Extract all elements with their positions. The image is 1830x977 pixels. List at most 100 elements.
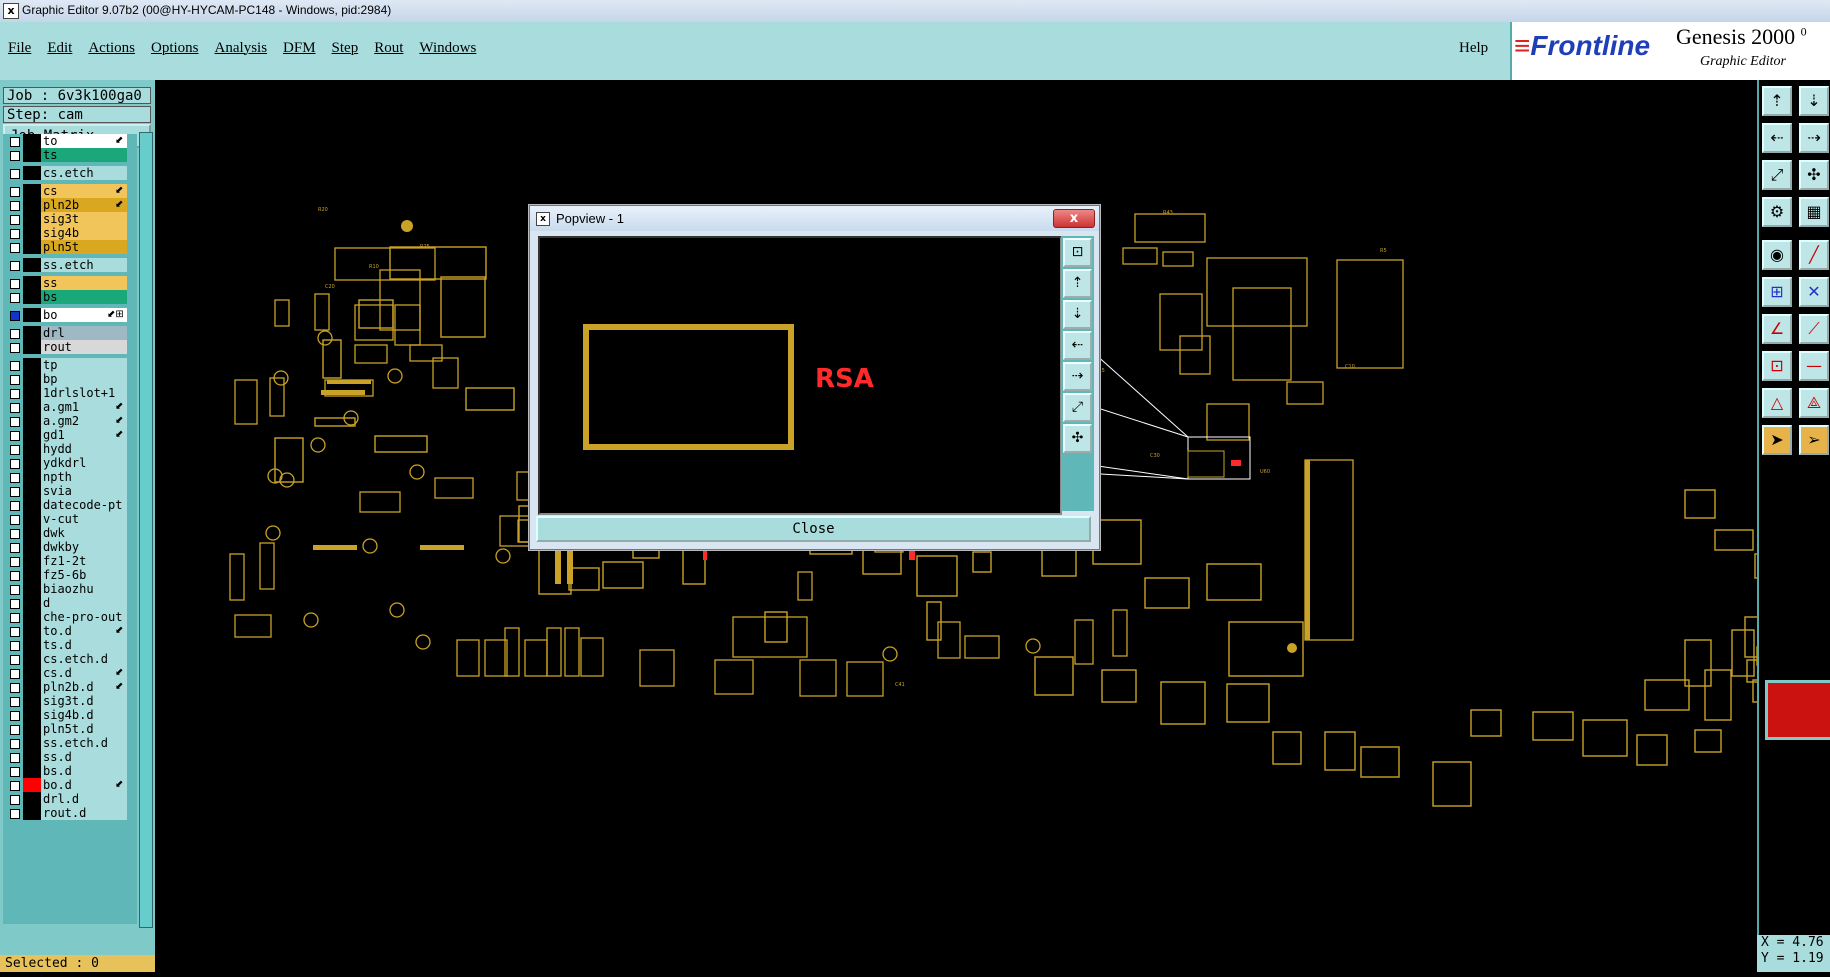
- layer-checkbox[interactable]: [10, 725, 20, 735]
- layer-checkbox[interactable]: [10, 473, 20, 483]
- layer-name[interactable]: ts: [41, 148, 127, 162]
- layer-color-swatch[interactable]: [23, 258, 41, 272]
- layer-row[interactable]: pln5t.d: [3, 722, 137, 736]
- layer-checkbox[interactable]: [10, 431, 20, 441]
- layer-row[interactable]: bo ⬋⊞: [3, 308, 137, 322]
- layer-name[interactable]: d: [41, 596, 127, 610]
- menu-analysis[interactable]: Analysis: [215, 40, 268, 64]
- line-draw-icon[interactable]: ╱: [1799, 240, 1829, 270]
- triangle-alt-icon[interactable]: ⟁: [1799, 388, 1829, 418]
- layer-row[interactable]: ts.d: [3, 638, 137, 652]
- layer-color-swatch[interactable]: [23, 470, 41, 484]
- layer-row[interactable]: ss.etch.d: [3, 736, 137, 750]
- layer-row[interactable]: ydkdrl: [3, 456, 137, 470]
- layer-color-swatch[interactable]: [23, 750, 41, 764]
- layer-row[interactable]: dwk: [3, 526, 137, 540]
- layer-row[interactable]: sig3t.d: [3, 694, 137, 708]
- layer-name[interactable]: drl.d: [41, 792, 127, 806]
- layer-color-swatch[interactable]: [23, 638, 41, 652]
- select-pointer-icon[interactable]: ➤: [1762, 425, 1792, 455]
- menu-file[interactable]: File: [8, 40, 31, 64]
- menu-dfm[interactable]: DFM: [283, 40, 316, 64]
- layer-color-swatch[interactable]: [23, 554, 41, 568]
- layer-checkbox[interactable]: [10, 669, 20, 679]
- layer-name[interactable]: pln5t: [41, 240, 127, 254]
- layer-checkbox[interactable]: [10, 655, 20, 665]
- layer-checkbox[interactable]: [10, 243, 20, 253]
- layer-checkbox[interactable]: [10, 445, 20, 455]
- layer-row[interactable]: bo.d ⬋: [3, 778, 137, 792]
- layer-checkbox[interactable]: [10, 403, 20, 413]
- layer-color-swatch[interactable]: [23, 134, 41, 148]
- layer-checkbox[interactable]: [10, 515, 20, 525]
- layer-checkbox[interactable]: [10, 501, 20, 511]
- layer-name[interactable]: tp: [41, 358, 127, 372]
- layer-color-swatch[interactable]: [23, 428, 41, 442]
- layer-checkbox[interactable]: [10, 361, 20, 371]
- layer-name[interactable]: pln5t.d: [41, 722, 127, 736]
- layer-row[interactable]: sig4b.d: [3, 708, 137, 722]
- pan-left-icon[interactable]: ⇠: [1063, 331, 1092, 360]
- layer-checkbox[interactable]: [10, 417, 20, 427]
- layer-color-swatch[interactable]: [23, 442, 41, 456]
- layer-row[interactable]: svia: [3, 484, 137, 498]
- layer-checkbox[interactable]: [10, 739, 20, 749]
- layer-color-swatch[interactable]: [23, 666, 41, 680]
- layer-row[interactable]: sig4b: [3, 226, 137, 240]
- layer-color-swatch[interactable]: [23, 792, 41, 806]
- layer-name[interactable]: ss.d: [41, 750, 127, 764]
- layer-checkbox[interactable]: [10, 781, 20, 791]
- layer-name[interactable]: dwk: [41, 526, 127, 540]
- layer-color-swatch[interactable]: [23, 484, 41, 498]
- layer-row[interactable]: ss: [3, 276, 137, 290]
- slash-icon[interactable]: ⟋: [1799, 314, 1829, 344]
- layer-row[interactable]: rout: [3, 340, 137, 354]
- layer-color-swatch[interactable]: [23, 226, 41, 240]
- layer-row[interactable]: cs.etch: [3, 166, 137, 180]
- layer-checkbox[interactable]: [10, 809, 20, 819]
- triangle-icon[interactable]: △: [1762, 388, 1792, 418]
- layer-checkbox[interactable]: [10, 529, 20, 539]
- snap-left-icon[interactable]: ⇠: [1762, 123, 1792, 153]
- layer-row[interactable]: 1drlslot+1: [3, 386, 137, 400]
- layer-row[interactable]: drl.d: [3, 792, 137, 806]
- layer-checkbox[interactable]: [10, 375, 20, 385]
- layer-color-swatch[interactable]: [23, 148, 41, 162]
- layer-name[interactable]: rout.d: [41, 806, 127, 820]
- layer-row[interactable]: che-pro-out: [3, 610, 137, 624]
- layer-name[interactable]: v-cut: [41, 512, 127, 526]
- layer-name[interactable]: rout: [41, 340, 127, 354]
- layer-checkbox[interactable]: [10, 585, 20, 595]
- layer-color-swatch[interactable]: [23, 512, 41, 526]
- layer-name[interactable]: ss: [41, 276, 127, 290]
- layer-color-swatch[interactable]: [23, 372, 41, 386]
- layer-name[interactable]: sig4b: [41, 226, 127, 240]
- menu-rout[interactable]: Rout: [374, 40, 403, 64]
- layer-color-swatch[interactable]: [23, 736, 41, 750]
- layer-row[interactable]: ts: [3, 148, 137, 162]
- menu-edit[interactable]: Edit: [47, 40, 72, 64]
- zoom-fit-icon[interactable]: ⤢: [1762, 160, 1792, 190]
- layer-row[interactable]: pln2b.d ⬋: [3, 680, 137, 694]
- layer-color-swatch[interactable]: [23, 582, 41, 596]
- zoom-home-icon[interactable]: ✣: [1799, 160, 1829, 190]
- layer-checkbox[interactable]: [10, 329, 20, 339]
- layer-row[interactable]: sig3t: [3, 212, 137, 226]
- layer-color-swatch[interactable]: [23, 414, 41, 428]
- layer-row[interactable]: rout.d: [3, 806, 137, 820]
- layer-color-swatch[interactable]: [23, 212, 41, 226]
- grid-icon[interactable]: ▦: [1799, 197, 1829, 227]
- layer-row[interactable]: biaozhu: [3, 582, 137, 596]
- measure-icon[interactable]: ⚙: [1762, 197, 1792, 227]
- layer-checkbox[interactable]: [10, 459, 20, 469]
- layer-row[interactable]: gd1 ⬋: [3, 428, 137, 442]
- layer-row[interactable]: tp: [3, 358, 137, 372]
- layer-name[interactable]: bp: [41, 372, 127, 386]
- layer-color-swatch[interactable]: [23, 198, 41, 212]
- layer-color-swatch[interactable]: [23, 290, 41, 304]
- layer-name[interactable]: drl: [41, 326, 127, 340]
- layer-color-swatch[interactable]: [23, 806, 41, 820]
- pad-icon[interactable]: ◉: [1762, 240, 1792, 270]
- layer-row[interactable]: a.gm2 ⬋: [3, 414, 137, 428]
- layer-color-swatch[interactable]: [23, 526, 41, 540]
